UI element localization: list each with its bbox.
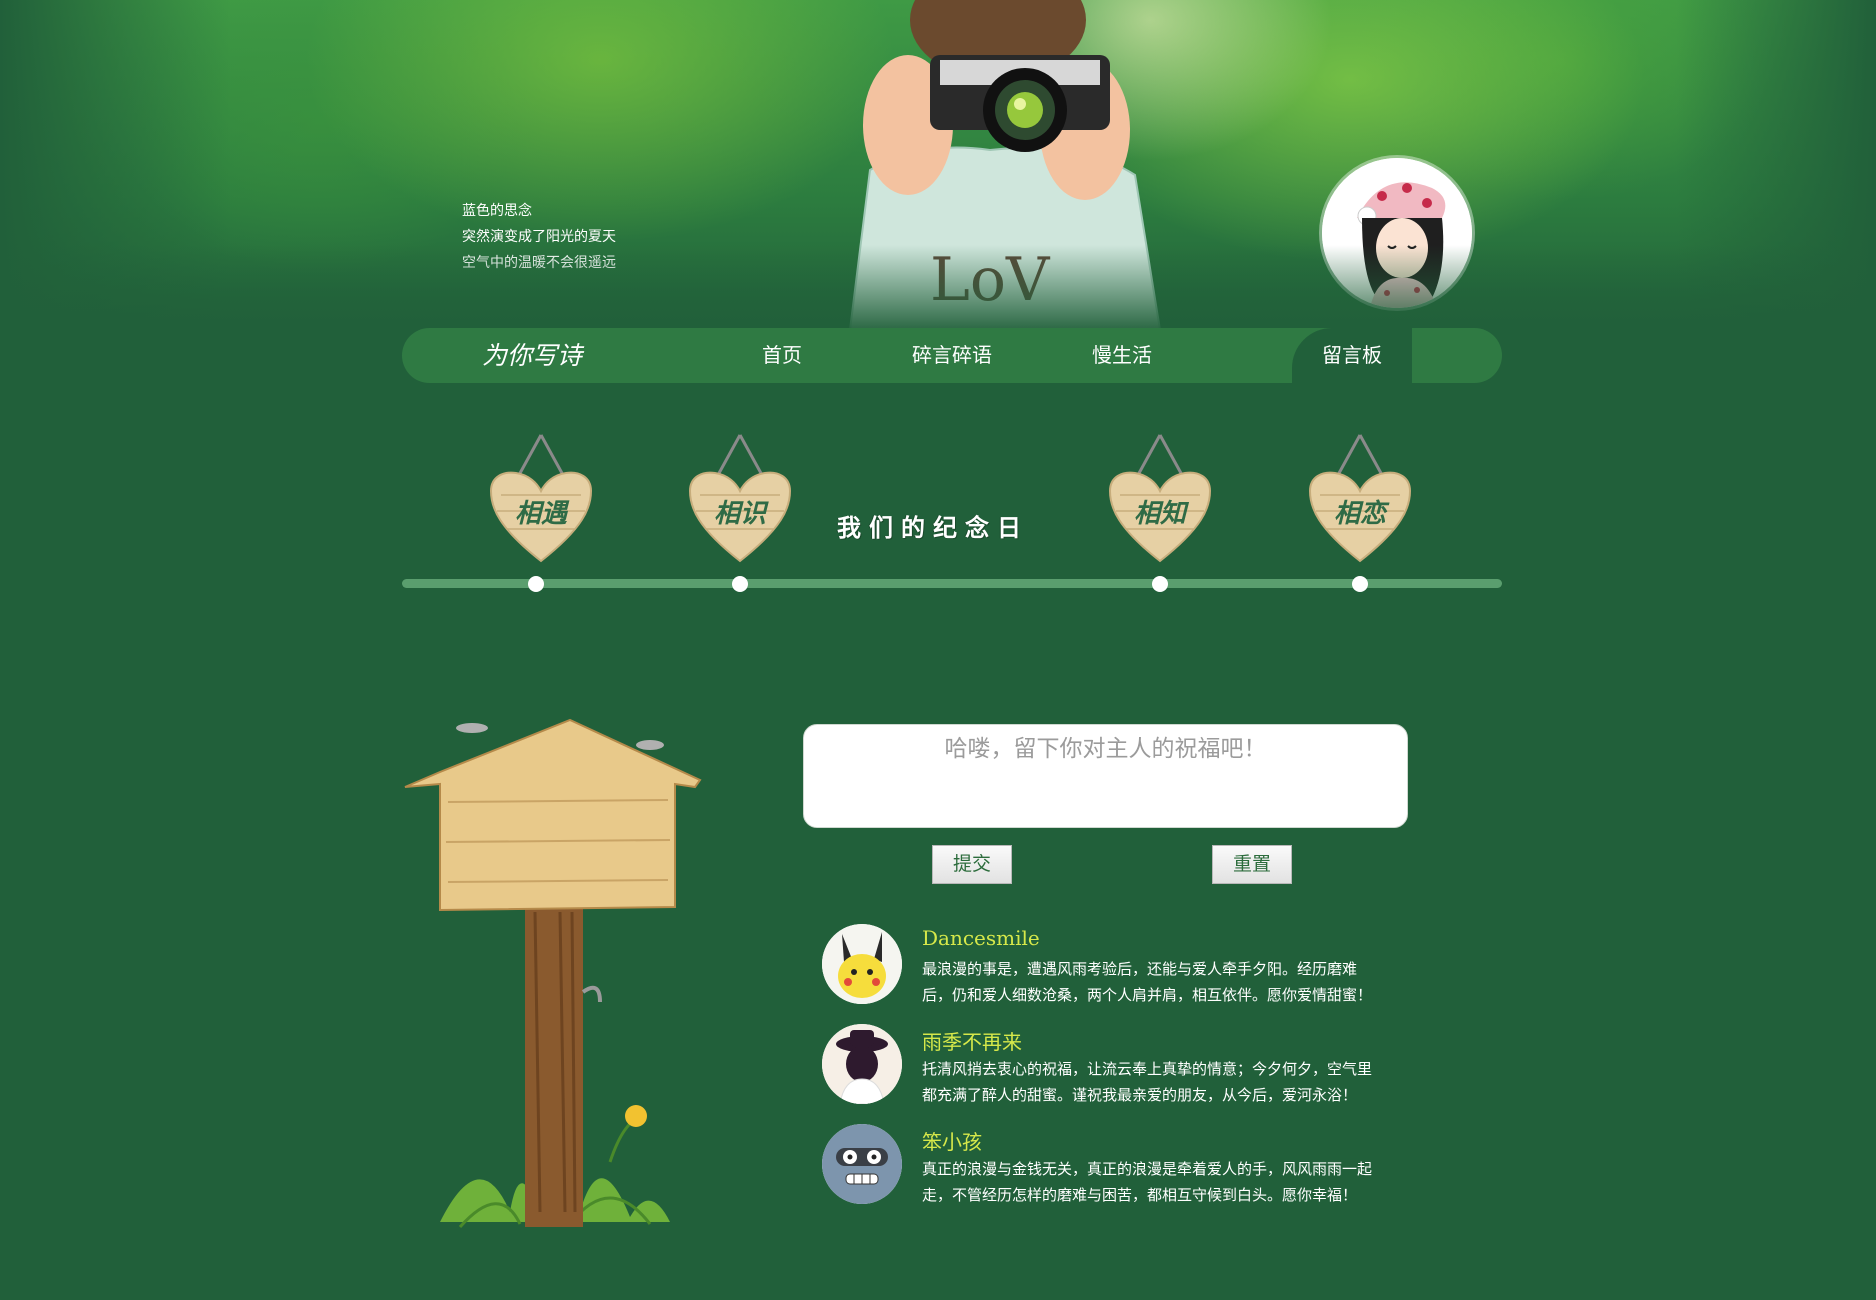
commenter-avatar[interactable] [822, 1024, 902, 1104]
anniversary-char: 我 [837, 513, 861, 542]
heart-label: 相恋 [1333, 499, 1386, 529]
commenter-name[interactable]: 笨小孩 [922, 1126, 982, 1155]
comment-line: 后，仍和爱人细数沧桑，两个人肩并肩，相互依伴。愿你爱情甜蜜！ [922, 986, 1373, 1004]
timeline-dot[interactable] [1352, 576, 1368, 592]
commenter-name[interactable]: Dancesmile [922, 926, 1040, 950]
commenter-name[interactable]: 雨季不再来 [922, 1026, 1022, 1055]
comment-item: 雨季不再来 托清风捎去衷心的祝福，让流云奉上真挚的情意；今夕何夕，空气里 都充满… [822, 1024, 1422, 1108]
anniversary-char: 们 [869, 513, 893, 542]
heart-sign-know[interactable]: 相识 [688, 433, 792, 565]
heart-label: 相遇 [514, 499, 567, 529]
robot-face-icon [822, 1124, 902, 1204]
heart-sign-understand[interactable]: 相知 [1108, 433, 1212, 565]
hat-girl-icon [822, 1024, 902, 1104]
message-input[interactable] [804, 725, 1407, 827]
heart-sign-meet[interactable]: 相遇 [489, 433, 593, 565]
commenter-avatar[interactable] [822, 924, 902, 1004]
comment-item: 笨小孩 真正的浪漫与金钱无关，真正的浪漫是牵着爱人的手，风风雨雨一起 走，不管经… [822, 1124, 1422, 1208]
header-banner: LoV 蓝色的思念 突然演变成了阳光的夏天 空气中的温暖不会很遥远 [0, 0, 1876, 335]
girl-avatar-icon [1322, 158, 1472, 308]
nav-item-home[interactable]: 首页 [732, 328, 832, 383]
main-nav: 为你写诗 首页 碎言碎语 慢生活 留言板 [402, 328, 1502, 383]
anniversary-title: 我 们 的 纪 念 日 [836, 514, 1022, 542]
comment-item: Dancesmile 最浪漫的事是，遭遇风雨考验后，还能与爱人牵手夕阳。经历磨难… [822, 924, 1422, 1008]
comment-line: 托清风捎去衷心的祝福，让流云奉上真挚的情意；今夕何夕，空气里 [922, 1060, 1373, 1078]
submit-button[interactable]: 提交 [932, 845, 1012, 884]
anniversary-char: 日 [997, 513, 1021, 542]
comment-line: 走，不管经历怎样的磨难与困苦，都相互守候到白头。愿你幸福！ [922, 1186, 1358, 1204]
poem-line: 空气中的温暖不会很遥远 [462, 255, 616, 271]
timeline-bar [402, 579, 1502, 588]
heart-sign-love[interactable]: 相恋 [1308, 433, 1412, 565]
wooden-signpost-illustration [404, 718, 702, 1228]
timeline-dot[interactable] [732, 576, 748, 592]
camera-boy-illustration: LoV [848, 0, 1162, 330]
owner-avatar[interactable] [1322, 158, 1472, 308]
poem-line: 突然演变成了阳光的夏天 [462, 229, 616, 245]
nav-item-slow-life[interactable]: 慢生活 [1072, 328, 1172, 383]
comment-line: 最浪漫的事是，遭遇风雨考验后，还能与爱人牵手夕阳。经历磨难 [922, 960, 1358, 978]
message-textarea-box[interactable] [803, 724, 1408, 828]
anniversary-char: 纪 [933, 513, 957, 542]
header-poem: 蓝色的思念 突然演变成了阳光的夏天 空气中的温暖不会很遥远 [462, 198, 616, 276]
anniversary-char: 的 [901, 513, 925, 542]
nav-item-musings[interactable]: 碎言碎语 [892, 328, 1012, 383]
comment-text: 最浪漫的事是，遭遇风雨考验后，还能与爱人牵手夕阳。经历磨难 后，仍和爱人细数沧桑… [922, 956, 1412, 1008]
timeline-dot[interactable] [1152, 576, 1168, 592]
pikachu-icon [822, 924, 902, 1004]
comment-line: 真正的浪漫与金钱无关，真正的浪漫是牵着爱人的手，风风雨雨一起 [922, 1160, 1373, 1178]
nav-item-guestbook[interactable]: 留言板 [1292, 328, 1412, 383]
site-brand[interactable]: 为你写诗 [482, 328, 582, 383]
heart-label: 相识 [713, 499, 766, 529]
shirt-text: LoV [930, 245, 1051, 315]
commenter-avatar[interactable] [822, 1124, 902, 1204]
anniversary-char: 念 [965, 513, 989, 542]
comment-text: 托清风捎去衷心的祝福，让流云奉上真挚的情意；今夕何夕，空气里 都充满了醉人的甜蜜… [922, 1056, 1412, 1108]
reset-button[interactable]: 重置 [1212, 845, 1292, 884]
comment-line: 都充满了醉人的甜蜜。谨祝我最亲爱的朋友，从今后，爱河永浴！ [922, 1086, 1358, 1104]
heart-label: 相知 [1133, 499, 1186, 529]
timeline-dot[interactable] [528, 576, 544, 592]
comment-text: 真正的浪漫与金钱无关，真正的浪漫是牵着爱人的手，风风雨雨一起 走，不管经历怎样的… [922, 1156, 1412, 1208]
poem-line: 蓝色的思念 [462, 203, 532, 219]
